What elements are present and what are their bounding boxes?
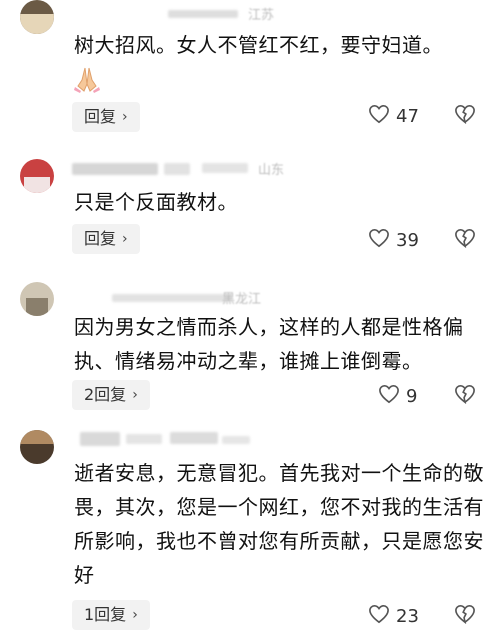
reply-button[interactable]: 回复 › — [72, 224, 140, 254]
heart-icon — [368, 604, 390, 628]
comment-text: 只是个反面教材。 — [74, 190, 238, 214]
comment-item: 黑龙江 因为男女之情而杀人，这样的人都是性格偏执、情绪易冲动之辈，谁摊上谁倒霉。… — [0, 270, 500, 420]
avatar[interactable] — [20, 430, 54, 464]
comment-location: 江苏 — [248, 8, 275, 23]
chevron-right-icon: › — [122, 109, 128, 125]
comment-item: 山东 只是个反面教材。 回复 › 39 — [0, 145, 500, 270]
like-count: 47 — [396, 105, 419, 127]
heart-icon — [368, 228, 390, 252]
comment-text: 逝者安息，无意冒犯。首先我对一个生命的敬畏，其次，您是一个网红，您不对我的生活有… — [74, 461, 484, 587]
reply-button[interactable]: 2回复 › — [72, 380, 150, 410]
broken-heart-icon — [454, 604, 476, 628]
comment-location: 黑龙江 — [222, 292, 262, 307]
like-count: 9 — [406, 385, 418, 407]
avatar[interactable] — [20, 159, 54, 193]
reply-label: 1回复 — [84, 605, 127, 624]
like-button[interactable]: 23 — [368, 604, 419, 628]
like-count: 39 — [396, 229, 419, 251]
avatar[interactable] — [20, 0, 54, 34]
like-button[interactable]: 47 — [368, 104, 419, 128]
reply-button[interactable]: 回复 › — [72, 102, 140, 132]
dislike-button[interactable] — [454, 604, 476, 628]
like-count: 23 — [396, 605, 419, 627]
broken-heart-icon — [454, 384, 476, 408]
chevron-right-icon: › — [122, 231, 128, 247]
reply-label: 2回复 — [84, 385, 127, 404]
broken-heart-icon — [454, 228, 476, 252]
like-button[interactable]: 39 — [368, 228, 419, 252]
chevron-right-icon: › — [132, 607, 138, 623]
like-button[interactable]: 9 — [378, 384, 417, 408]
chevron-right-icon: › — [132, 387, 138, 403]
reply-label: 回复 — [84, 107, 117, 126]
avatar[interactable] — [20, 282, 54, 316]
dislike-button[interactable] — [454, 384, 476, 408]
comment-text: 树大招风。女人不管红不红，要守妇道。 — [74, 33, 443, 57]
reply-label: 回复 — [84, 229, 117, 248]
comment-item: 逝者安息，无意冒犯。首先我对一个生命的敬畏，其次，您是一个网红，您不对我的生活有… — [0, 420, 500, 640]
broken-heart-icon — [454, 104, 476, 128]
comment-location: 山东 — [258, 163, 285, 178]
praying-hands-icon — [72, 64, 102, 94]
comment-text: 因为男女之情而杀人，这样的人都是性格偏执、情绪易冲动之辈，谁摊上谁倒霉。 — [74, 315, 464, 373]
heart-icon — [378, 384, 400, 408]
reply-button[interactable]: 1回复 › — [72, 600, 150, 630]
dislike-button[interactable] — [454, 228, 476, 252]
dislike-button[interactable] — [454, 104, 476, 128]
heart-icon — [368, 104, 390, 128]
comment-item: 江苏 树大招风。女人不管红不红，要守妇道。 回复 › 47 — [0, 0, 500, 145]
